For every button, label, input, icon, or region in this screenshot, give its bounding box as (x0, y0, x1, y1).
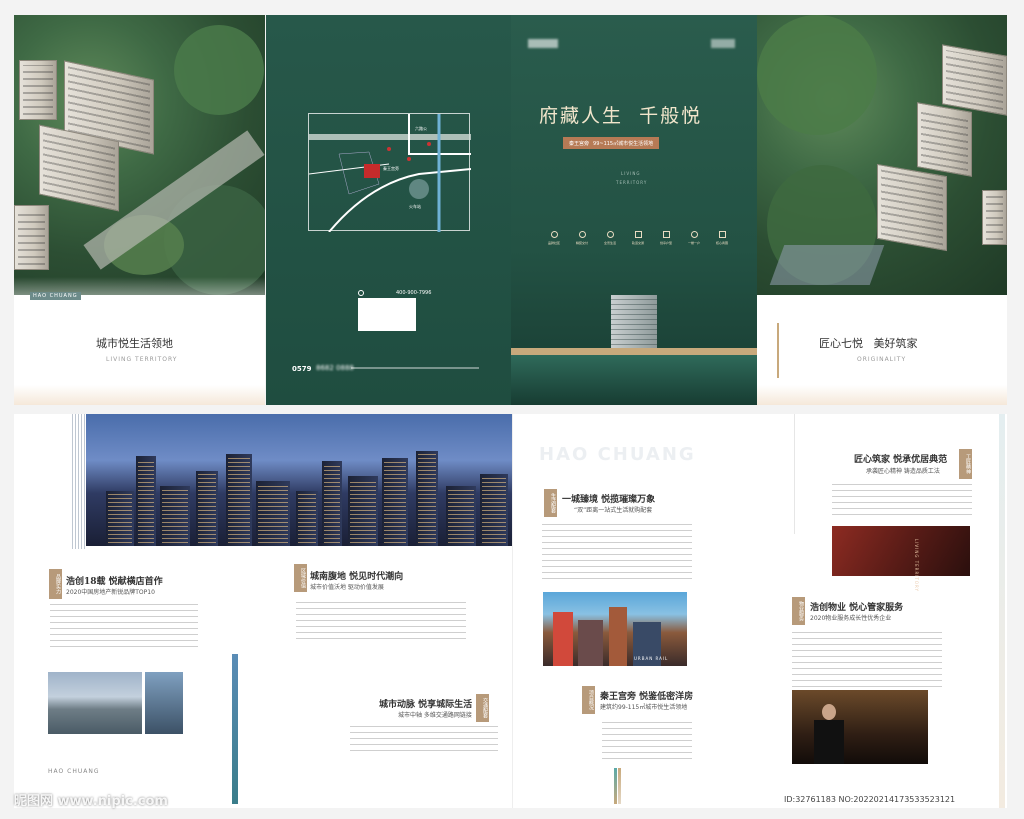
section-sub-property: 2020物业服务成长性优秀企业 (810, 615, 892, 622)
rotated-label: LIVING TERRITORY (914, 539, 919, 592)
map-panel: 六路公 秦王宫旁 火车站 400-900-7996 0579 8682 0888 (266, 15, 511, 405)
cover-eng-1: LIVING (621, 171, 641, 176)
section-title-project: 秦王宫旁 悦鉴低密洋房 (600, 692, 694, 702)
para-region (296, 602, 466, 644)
section-sub-brand: 2020中国房地产新锐品牌TOP10 (66, 589, 155, 596)
para-life (542, 524, 692, 580)
seal-traffic: 交通配套 (476, 694, 489, 722)
hospital-icon: 精装交付 (571, 231, 593, 245)
building-icon: 轨道交通 (627, 231, 649, 245)
map-label-3: 火车站 (409, 204, 421, 209)
panel-title-right: 匠心七悦 美好筑家 (819, 337, 918, 350)
cover-eng-2: TERRITORY (616, 180, 648, 185)
urban-rail-label: URBAN RAIL (634, 656, 669, 661)
section-sub-traffic: 城市中轴 多维交通路网链接 (398, 712, 472, 719)
section-sub-craft: 承袭匠心精神 铸造品质工法 (866, 468, 940, 475)
section-title-brand: 浩创18载 悦献横店首作 (66, 577, 163, 587)
section-sub-project: 建筑约99-115㎡城市悦生活领地 (600, 704, 688, 711)
panel-subtitle: LIVING TERRITORY (106, 356, 178, 363)
cover-headline: 府藏人生 千般悦 (539, 105, 703, 127)
location-icon: 品牌社区 (543, 231, 565, 245)
photo-tower (145, 672, 183, 734)
phone-icon (358, 290, 364, 296)
panel-subtitle-right: ORIGINALITY (857, 356, 907, 363)
brand-label: HAO CHUANG (30, 292, 81, 300)
para-brand (50, 604, 198, 652)
photo-waterfront (48, 672, 142, 734)
inner-spread: 品牌实力 浩创18载 悦献横店首作 2020中国房地产新锐品牌TOP10 HAO… (14, 414, 1007, 808)
map-label-2: 秦王宫旁 (383, 166, 399, 171)
tag-text: 99~115㎡城市悦生活领地 (593, 140, 654, 147)
seal-property: 物业服务 (792, 597, 805, 625)
section-sub-life: “双”距离一站式生活就购配套 (574, 507, 653, 514)
section-sub-region: 城市价值沃地 驱动价值发展 (310, 584, 384, 591)
seal-region: 区域价值 (294, 564, 307, 592)
watermark-right: ID:32761183 NO:20220214173533523121 (782, 794, 958, 805)
brand-footer: HAO CHUANG (48, 768, 100, 775)
qr-code (358, 298, 416, 331)
para-craft (832, 484, 972, 520)
craft-photo (832, 526, 970, 576)
map-label-1: 六路公 (415, 126, 427, 131)
home-icon: 创享户型 (655, 231, 677, 245)
cover-tag: 秦王宫旁 99~115㎡城市悦生活领地 (563, 137, 660, 149)
feature-icons: 品牌社区 精装交付 全景生活 轨道交通 创享户型 一梯一户 核心商圈 (543, 231, 733, 245)
para-traffic (350, 726, 498, 754)
gear-icon: 全景生活 (599, 231, 621, 245)
panel-title: 城市悦生活领地 (96, 337, 173, 350)
city-skyline-photo (86, 414, 512, 546)
seal-brand: 品牌实力 (49, 569, 62, 599)
para-property (792, 632, 942, 688)
phone-number: 400-900-7996 (396, 290, 432, 296)
cover-panel: 府藏人生 千般悦 秦王宫旁 99~115㎡城市悦生活领地 LIVING TERR… (511, 15, 757, 405)
seal-life: 生活配套 (544, 489, 557, 517)
watermark-left: 昵图网 www.nipic.com (14, 794, 168, 809)
tag-name: 秦王宫旁 (569, 140, 590, 147)
urban-rail-photo (543, 592, 687, 666)
section-title-craft: 匠心筑家 悦承优居典范 (854, 455, 948, 465)
project-marker (364, 164, 380, 178)
para-project (602, 722, 692, 764)
seal-project: 项目概况 (582, 686, 595, 714)
aerial-photo-left (14, 15, 265, 295)
seal-craft: 工匠精神 (959, 449, 972, 479)
panel-left-bottom: HAO CHUANG 城市悦生活领地 LIVING TERRITORY (14, 292, 265, 405)
hotline-prefix: 0579 (292, 365, 312, 373)
hotline-number: 8682 0888 (316, 364, 354, 372)
aerial-photo-right (757, 15, 1007, 295)
logo-right (711, 39, 735, 48)
location-map: 六路公 秦王宫旁 火车站 (308, 113, 472, 233)
pin-icon: 一梯一户 (683, 231, 705, 245)
panel-right-bottom: 匠心七悦 美好筑家 ORIGINALITY (757, 295, 1007, 405)
section-title-traffic: 城市动脉 悦享城际生活 (379, 700, 473, 710)
logo-icon (528, 39, 558, 48)
section-title-life: 一城臻境 悦揽璀璨万象 (562, 495, 656, 505)
box-icon: 核心商圈 (711, 231, 733, 245)
butler-photo (792, 690, 928, 764)
watermark-hao: HAO CHUANG (539, 444, 696, 465)
section-title-region: 城南腹地 悦见时代潮向 (310, 572, 404, 582)
section-title-property: 浩创物业 悦心管家服务 (810, 603, 904, 613)
